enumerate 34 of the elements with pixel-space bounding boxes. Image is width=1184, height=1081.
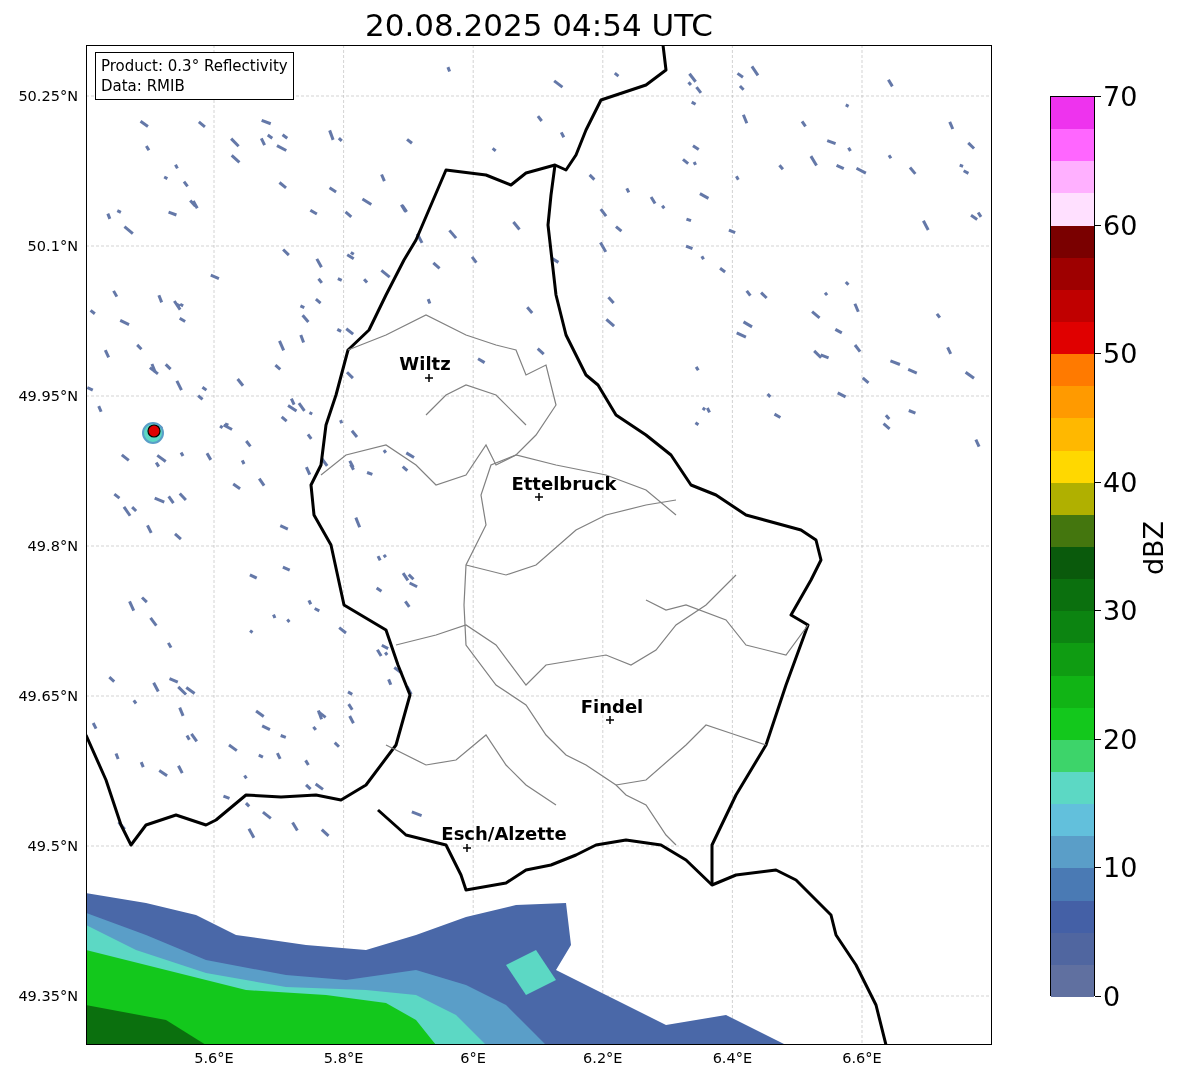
- chart-title: 20.08.2025 04:54 UTC: [365, 5, 713, 43]
- colorbar-tick-label: 30: [1103, 594, 1138, 626]
- colorbar-tick-label: 40: [1103, 466, 1138, 498]
- city-marker-icon: [605, 715, 615, 725]
- longitude-label: 6.2°E: [583, 1050, 623, 1066]
- city-label: Wiltz: [399, 352, 451, 374]
- latitude-label: 49.8°N: [27, 538, 78, 554]
- colorbar-tick-label: 70: [1103, 80, 1138, 112]
- longitude-label: 6.6°E: [842, 1050, 882, 1066]
- radar-site-icon: [147, 424, 161, 438]
- colorbar-tick-label: 10: [1103, 851, 1138, 883]
- longitude-label: 6.4°E: [712, 1050, 753, 1066]
- latitude-label: 49.65°N: [18, 688, 78, 704]
- city-label: Esch/Alzette: [441, 822, 567, 844]
- longitude-label: 5.8°E: [323, 1050, 364, 1066]
- longitude-label: 5.6°E: [194, 1050, 234, 1066]
- latitude-label: 50.25°N: [18, 88, 78, 104]
- colorbar-tick-label: 0: [1103, 980, 1121, 1012]
- colorbar-tick-label: 50: [1103, 337, 1138, 369]
- colorbar-tick-label: 60: [1103, 209, 1138, 241]
- latitude-label: 50.1°N: [27, 238, 78, 254]
- city-label: Ettelbruck: [511, 472, 617, 494]
- city-marker-icon: [462, 843, 472, 853]
- city-marker-icon: [534, 492, 544, 502]
- latitude-label: 49.35°N: [18, 988, 78, 1004]
- longitude-label: 6°E: [460, 1050, 486, 1066]
- latitude-label: 49.95°N: [18, 388, 78, 404]
- latitude-label: 49.5°N: [27, 838, 78, 854]
- info-text: Product: 0.3° Reflectivity: [101, 56, 288, 76]
- info-text: Data: RMIB: [101, 76, 186, 96]
- colorbar-tick-label: 20: [1103, 723, 1138, 755]
- city-label: Findel: [580, 695, 644, 717]
- city-marker-icon: [424, 373, 434, 383]
- colorbar-label: dBZ: [1137, 520, 1169, 576]
